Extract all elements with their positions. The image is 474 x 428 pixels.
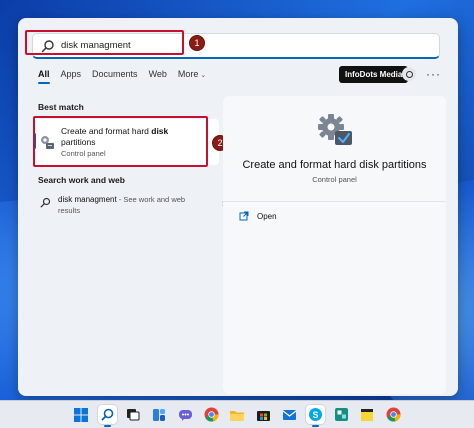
callout-badge-1: 1: [189, 35, 205, 51]
filter-documents[interactable]: Documents: [92, 69, 138, 84]
filter-web[interactable]: Web: [149, 69, 167, 84]
chevron-down-icon: ⌄: [200, 72, 207, 79]
filter-apps[interactable]: Apps: [61, 69, 82, 84]
detail-subtitle: Control panel: [312, 175, 357, 184]
result-details-pane: Create and format hard disk partitions C…: [223, 96, 446, 394]
search-web-heading: Search work and web: [38, 175, 125, 185]
start-icon[interactable]: [72, 405, 91, 424]
best-match-heading: Best match: [38, 102, 84, 112]
callout-search-box: [25, 30, 184, 55]
rewards-points-button[interactable]: [402, 67, 416, 81]
sway-icon[interactable]: [332, 405, 351, 424]
search-icon[interactable]: [97, 405, 117, 427]
web-search-text: disk managment - See work and web result…: [58, 194, 198, 216]
search-panel: disk managment 1 All Apps Documents Web …: [18, 18, 458, 396]
mail-icon[interactable]: [280, 405, 299, 424]
file-explorer-icon[interactable]: [228, 405, 247, 424]
filter-more[interactable]: More ⌄: [178, 69, 206, 84]
open-label: Open: [257, 211, 277, 221]
svg-text:S: S: [312, 410, 318, 420]
web-search-result[interactable]: disk managment - See work and web result…: [40, 194, 225, 216]
open-external-icon: [239, 211, 249, 221]
disk-management-icon: [318, 114, 352, 145]
detail-title: Create and format hard disk partitions: [242, 159, 427, 171]
filter-all[interactable]: All: [38, 69, 50, 84]
teams-chat-icon[interactable]: [176, 405, 195, 424]
skype-icon[interactable]: S: [305, 405, 325, 427]
search-filters: All Apps Documents Web More ⌄: [38, 69, 206, 84]
search-icon: [40, 197, 51, 208]
microsoft-store-icon[interactable]: [254, 405, 273, 424]
more-options-icon[interactable]: ···: [426, 67, 441, 81]
open-action[interactable]: Open: [239, 211, 277, 221]
filter-more-label: More: [177, 69, 199, 79]
callout-best-match: [33, 116, 208, 167]
web-search-query: disk managment: [58, 195, 117, 204]
rewards-icon: [405, 70, 413, 78]
detail-divider: [223, 201, 446, 202]
profile-button[interactable]: InfoDots Media: [339, 66, 409, 83]
chrome-icon[interactable]: [384, 405, 403, 424]
widgets-icon[interactable]: [150, 405, 169, 424]
task-view-icon[interactable]: [124, 405, 143, 424]
taskbar: S: [0, 400, 474, 428]
sticky-notes-icon[interactable]: [358, 405, 377, 424]
chrome-icon[interactable]: [202, 405, 221, 424]
